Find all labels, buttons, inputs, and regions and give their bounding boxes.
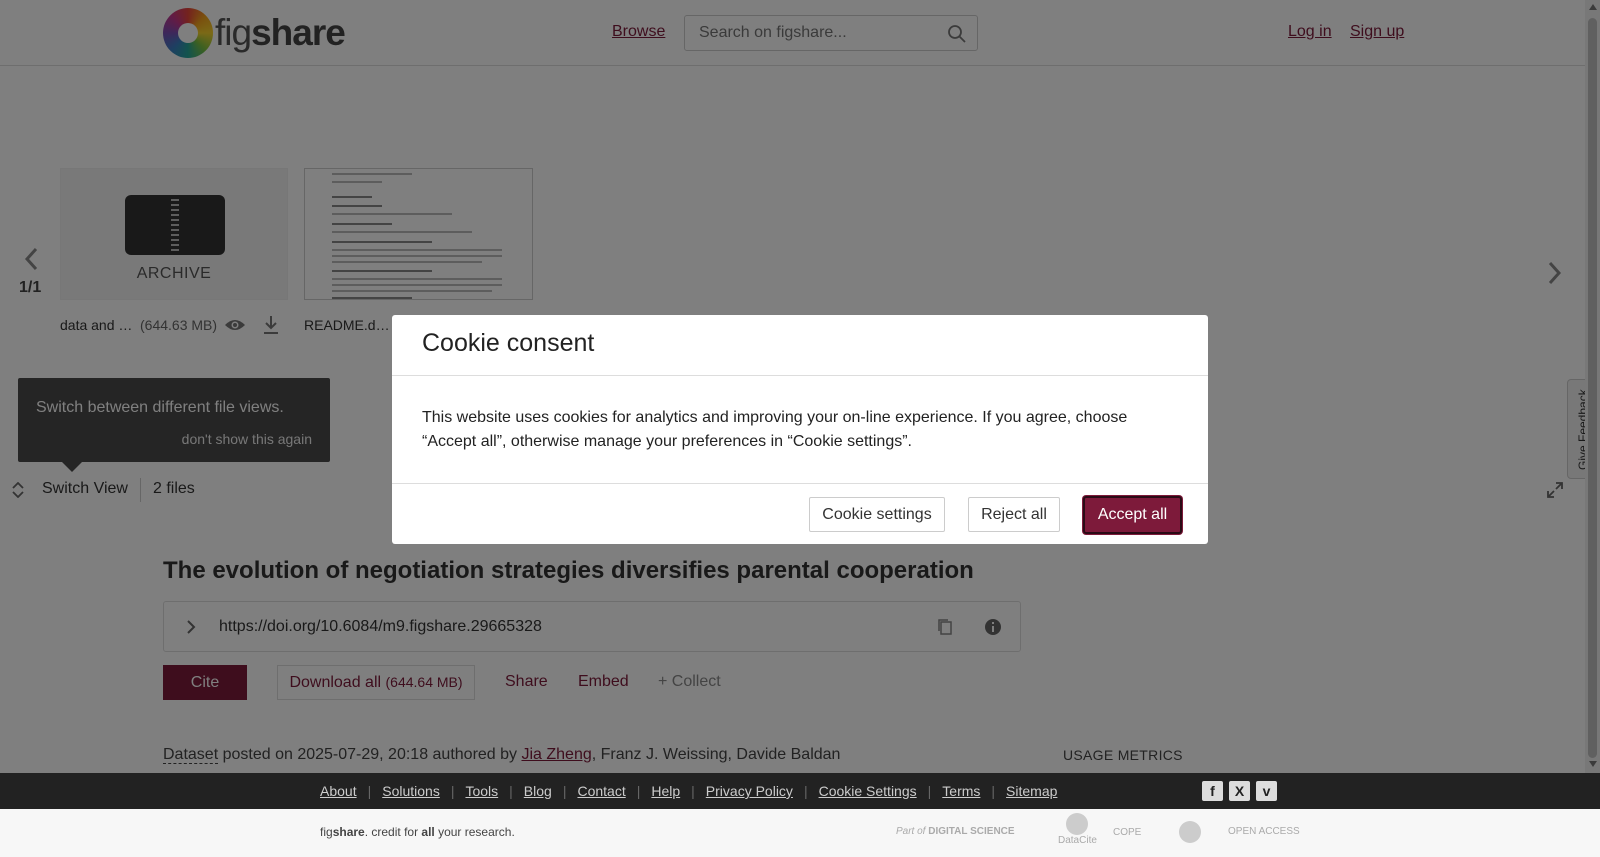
footer-link-help[interactable]: Help xyxy=(651,783,680,799)
datacite-icon xyxy=(1066,813,1089,835)
footer-nav: About | Solutions | Tools | Blog | Contact | … xyxy=(0,773,1600,809)
cookie-settings-button[interactable]: Cookie settings xyxy=(809,497,945,532)
footer-link-tools[interactable]: Tools xyxy=(465,783,498,799)
x-icon[interactable]: X xyxy=(1229,781,1250,801)
footer-link-blog[interactable]: Blog xyxy=(524,783,552,799)
cope-logo[interactable]: COPE xyxy=(1113,827,1141,838)
footer-link-sitemap[interactable]: Sitemap xyxy=(1006,783,1057,799)
vimeo-icon[interactable]: v xyxy=(1256,781,1277,801)
footer-tagline: figshare. credit for all your research. xyxy=(320,825,515,839)
dialog-body: This website uses cookies for analytics … xyxy=(422,409,1128,450)
partner-seal-icon[interactable] xyxy=(1179,821,1201,843)
footer-link-privacy[interactable]: Privacy Policy xyxy=(706,783,793,799)
footer-link-solutions[interactable]: Solutions xyxy=(382,783,440,799)
footer-links: About | Solutions | Tools | Blog | Contact | … xyxy=(320,783,1058,799)
reject-all-button[interactable]: Reject all xyxy=(968,497,1060,532)
open-access-logo[interactable]: OPEN ACCESS xyxy=(1228,826,1300,837)
facebook-icon[interactable]: f xyxy=(1202,781,1223,801)
divider xyxy=(392,483,1208,484)
footer-link-about[interactable]: About xyxy=(320,783,357,799)
divider xyxy=(392,375,1208,376)
digital-science-logo[interactable]: Part of DIGITAL SCIENCE xyxy=(896,826,1015,837)
footer-link-contact[interactable]: Contact xyxy=(577,783,625,799)
dialog-title: Cookie consent xyxy=(422,329,595,357)
accept-all-button[interactable]: Accept all xyxy=(1083,496,1182,534)
footer-bottom: figshare. credit for all your research. … xyxy=(0,809,1600,857)
datacite-logo[interactable]: DataCite xyxy=(1058,813,1097,846)
footer-link-terms[interactable]: Terms xyxy=(942,783,980,799)
footer-link-cookie-settings[interactable]: Cookie Settings xyxy=(819,783,917,799)
cookie-consent-dialog: Cookie consent This website uses cookies… xyxy=(392,315,1208,544)
